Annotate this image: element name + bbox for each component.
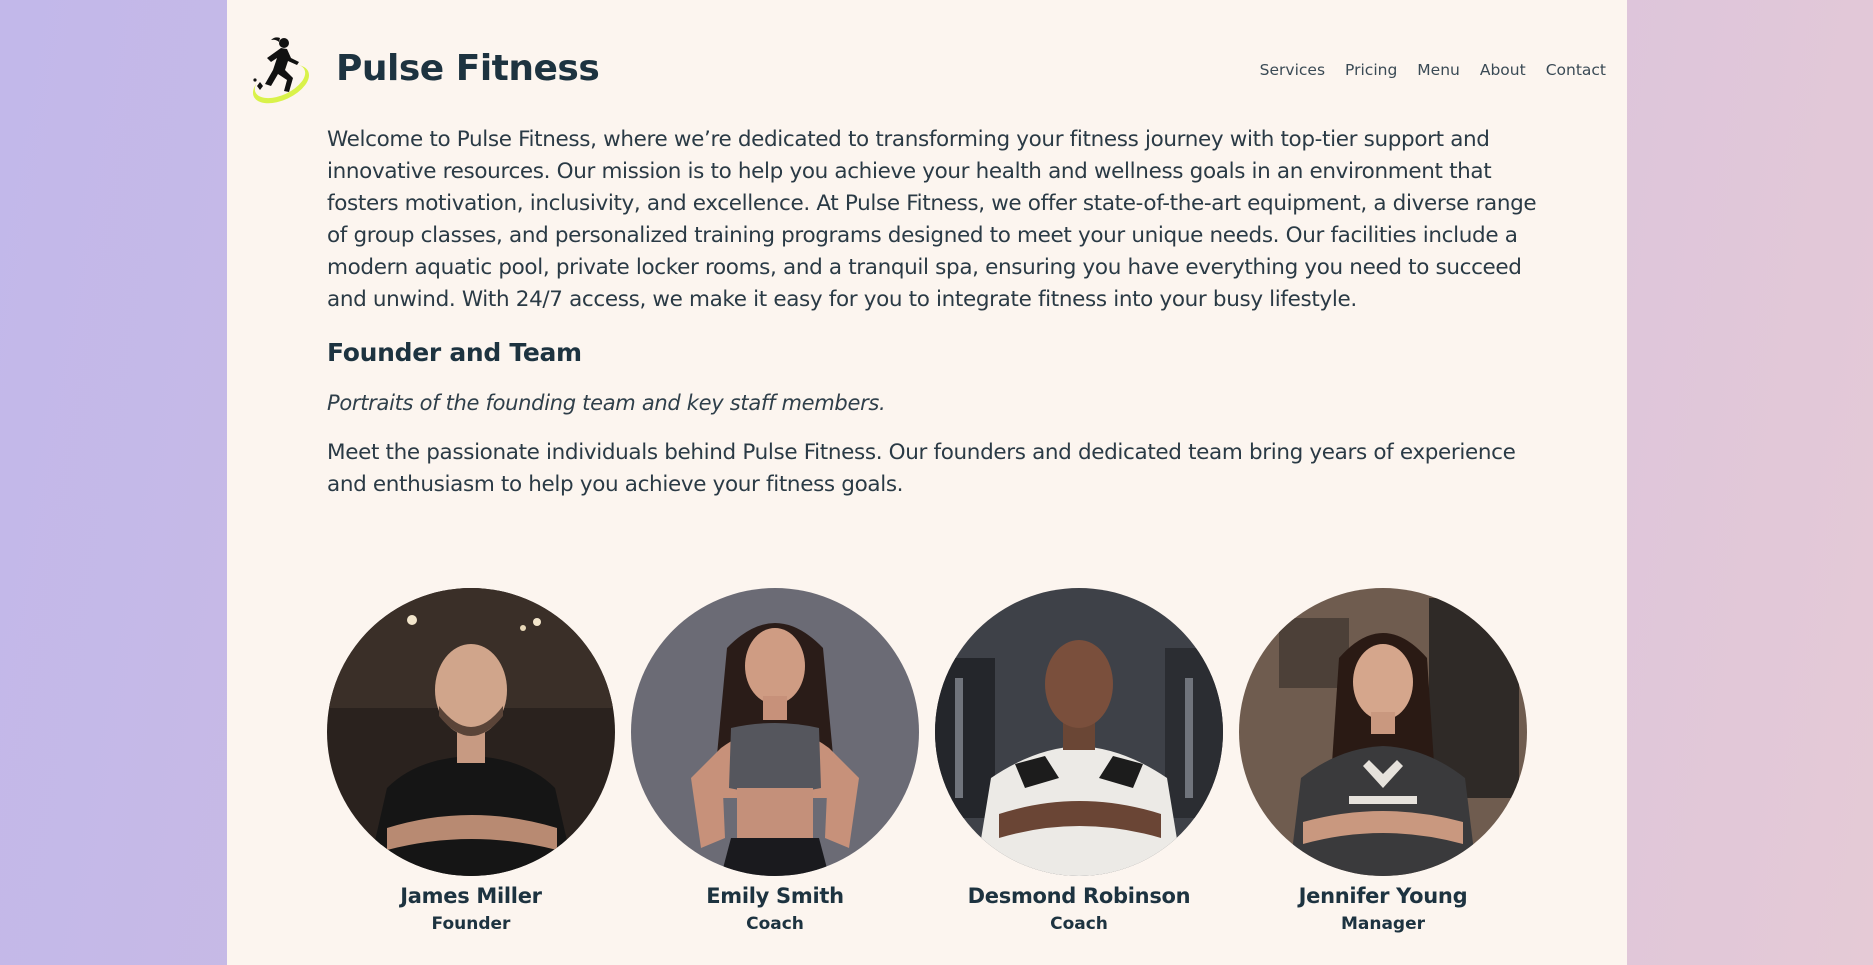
nav-link-pricing[interactable]: Pricing bbox=[1345, 61, 1397, 79]
team-caption: Portraits of the founding team and key s… bbox=[327, 391, 886, 415]
team-member-name: Jennifer Young bbox=[1298, 884, 1468, 908]
nav-link-menu[interactable]: Menu bbox=[1417, 61, 1460, 79]
section-title: Founder and Team bbox=[327, 338, 582, 367]
nav-link-about[interactable]: About bbox=[1480, 61, 1526, 79]
site-header: Pulse Fitness Services Pricing Menu Abou… bbox=[227, 0, 1627, 120]
team-member-card: Jennifer Young Manager bbox=[1239, 588, 1527, 934]
nav-link-contact[interactable]: Contact bbox=[1546, 61, 1606, 79]
team-member-card: Desmond Robinson Coach bbox=[935, 588, 1223, 934]
team-member-card: Emily Smith Coach bbox=[631, 588, 919, 934]
team-member-name: Emily Smith bbox=[706, 884, 844, 908]
main-nav: Services Pricing Menu About Contact bbox=[1260, 61, 1606, 79]
runner-logo-icon[interactable] bbox=[247, 34, 319, 106]
team-member-card: James Miller Founder bbox=[327, 588, 615, 934]
nav-link-services[interactable]: Services bbox=[1260, 61, 1325, 79]
team-member-name: James Miller bbox=[400, 884, 542, 908]
portrait-photo bbox=[935, 588, 1223, 876]
team-member-role: Founder bbox=[431, 914, 511, 934]
page-container: Pulse Fitness Services Pricing Menu Abou… bbox=[227, 0, 1627, 965]
team-member-role: Coach bbox=[746, 914, 804, 934]
portrait-photo bbox=[327, 588, 615, 876]
main-content: Welcome to Pulse Fitness, where we’re de… bbox=[327, 124, 1537, 501]
team-description: Meet the passionate individuals behind P… bbox=[327, 440, 1516, 497]
portrait-photo bbox=[631, 588, 919, 876]
team-grid: James Miller Founder Emily Smith Coach D… bbox=[327, 588, 1527, 934]
team-member-name: Desmond Robinson bbox=[967, 884, 1191, 908]
portrait-photo bbox=[1239, 588, 1527, 876]
team-member-role: Coach bbox=[1050, 914, 1108, 934]
team-member-role: Manager bbox=[1340, 914, 1426, 934]
intro-paragraph: Welcome to Pulse Fitness, where we’re de… bbox=[327, 127, 1537, 312]
brand-title[interactable]: Pulse Fitness bbox=[336, 48, 600, 89]
